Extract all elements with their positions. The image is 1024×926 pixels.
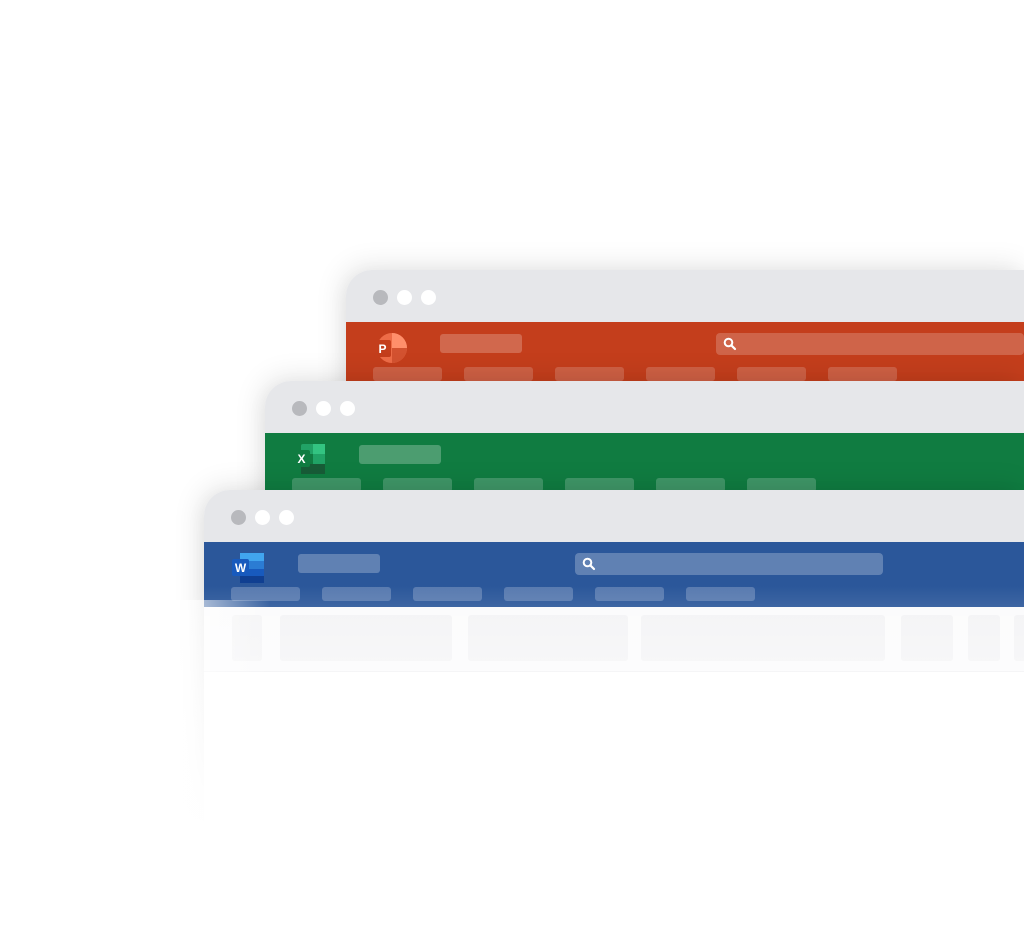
window-minimize-dot[interactable]: [255, 510, 270, 525]
powerpoint-logo-icon: P: [374, 333, 407, 363]
word-logo-letter: W: [235, 561, 247, 575]
ribbon-tab[interactable]: [646, 367, 715, 381]
ribbon-tab[interactable]: [828, 367, 897, 381]
ribbon-tab[interactable]: [413, 587, 482, 601]
ribbon-tab[interactable]: [504, 587, 573, 601]
document-title-placeholder[interactable]: [298, 554, 380, 573]
toolbar-group[interactable]: [641, 615, 885, 661]
document-title-placeholder[interactable]: [359, 445, 441, 464]
window-close-dot[interactable]: [292, 401, 307, 416]
word-logo-icon: W: [232, 553, 264, 583]
titlebar: [346, 270, 1024, 322]
document-title-placeholder[interactable]: [440, 334, 522, 353]
ribbon-tab[interactable]: [322, 587, 391, 601]
window-close-dot[interactable]: [373, 290, 388, 305]
document-toolbar: [204, 607, 1024, 672]
ribbon-tab[interactable]: [231, 587, 300, 601]
window-maximize-dot[interactable]: [340, 401, 355, 416]
powerpoint-logo-letter: P: [378, 342, 386, 356]
stage: P X W: [0, 0, 1024, 926]
search-icon: [723, 337, 737, 351]
ribbon-tabs: [231, 587, 755, 601]
toolbar-group[interactable]: [232, 615, 262, 661]
window-close-dot[interactable]: [231, 510, 246, 525]
document-canvas[interactable]: [204, 672, 1024, 926]
toolbar-group[interactable]: [468, 615, 628, 661]
ribbon-tabs: [373, 367, 897, 381]
search-bar[interactable]: [716, 333, 1024, 355]
powerpoint-ribbon: P: [346, 322, 1024, 387]
toolbar-group[interactable]: [1014, 615, 1024, 661]
toolbar-group[interactable]: [280, 615, 452, 661]
ribbon-tab[interactable]: [686, 587, 755, 601]
excel-ribbon: X: [265, 433, 1024, 498]
ribbon-tab[interactable]: [373, 367, 442, 381]
titlebar: [265, 381, 1024, 433]
search-icon: [582, 557, 596, 571]
excel-logo-icon: X: [293, 444, 325, 474]
window-maximize-dot[interactable]: [421, 290, 436, 305]
window-minimize-dot[interactable]: [316, 401, 331, 416]
window-minimize-dot[interactable]: [397, 290, 412, 305]
word-window: W: [204, 490, 1024, 926]
ribbon-tab[interactable]: [595, 587, 664, 601]
titlebar: [204, 490, 1024, 542]
window-maximize-dot[interactable]: [279, 510, 294, 525]
toolbar-group[interactable]: [901, 615, 953, 661]
excel-logo-letter: X: [297, 452, 305, 466]
search-bar[interactable]: [575, 553, 883, 575]
word-ribbon: W: [204, 542, 1024, 607]
ribbon-tab[interactable]: [464, 367, 533, 381]
ribbon-tab[interactable]: [737, 367, 806, 381]
ribbon-tab[interactable]: [555, 367, 624, 381]
toolbar-group[interactable]: [968, 615, 1000, 661]
